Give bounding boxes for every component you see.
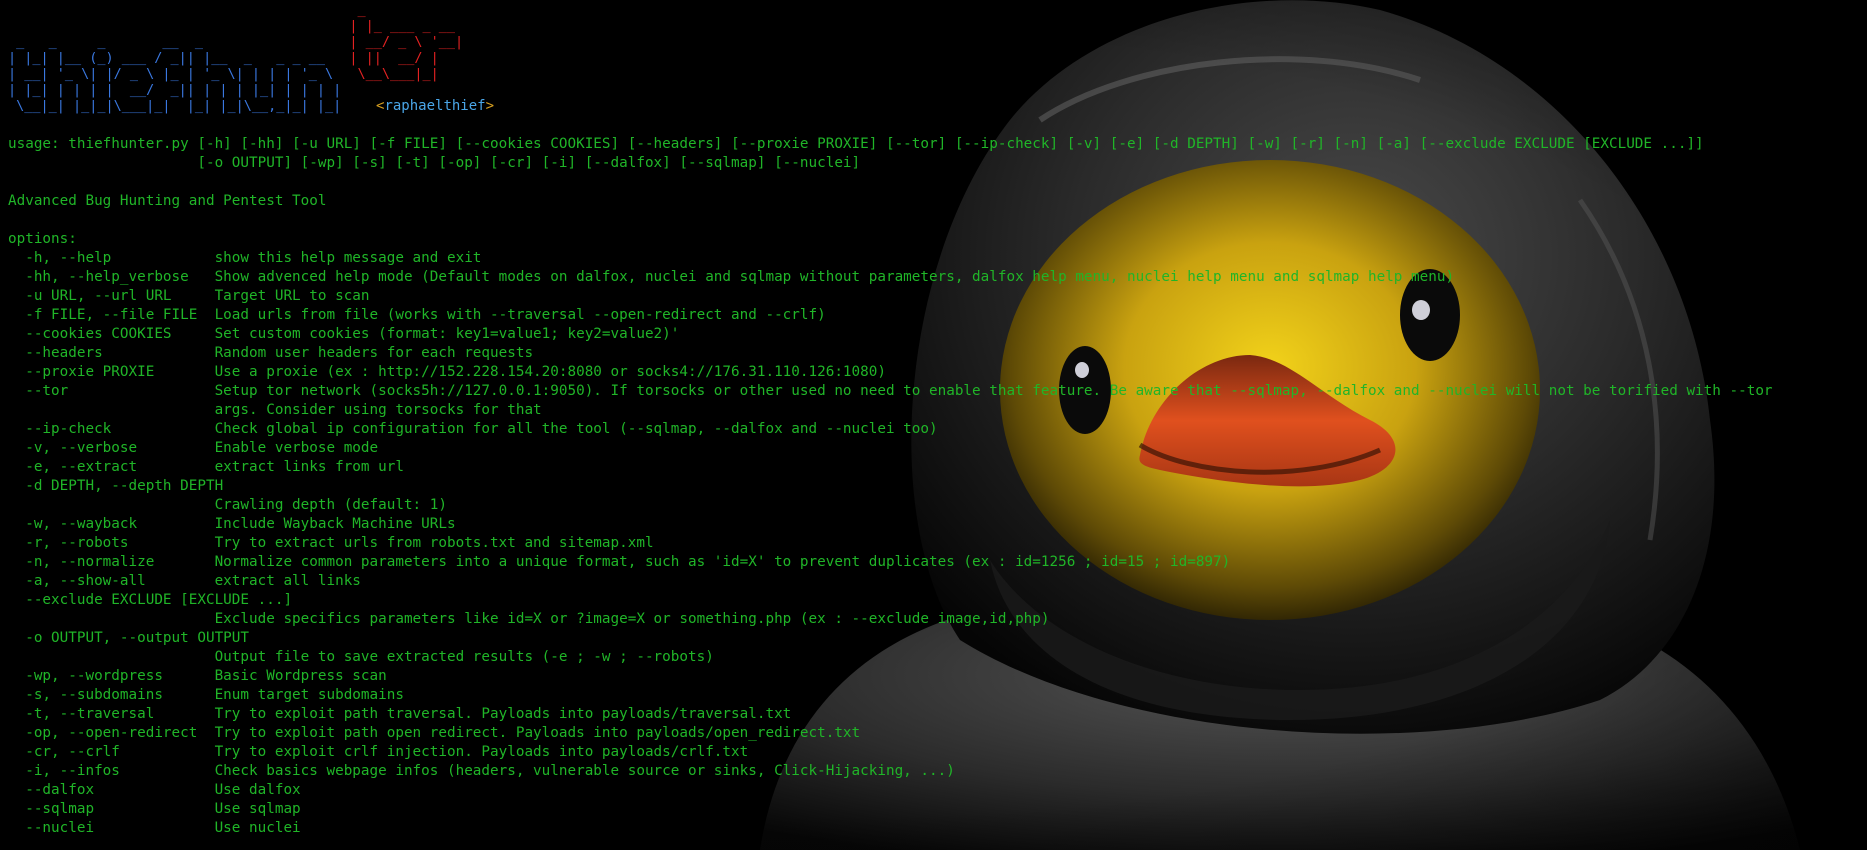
option-robots: -r, --robots Try to extract urls from ro…: [8, 535, 654, 551]
option-exclude: --exclude EXCLUDE [EXCLUDE ...]: [8, 592, 293, 608]
option-exclude-description: Exclude specifics parameters like id=X o…: [8, 611, 1050, 627]
option-wordpress: -wp, --wordpress Basic Wordpress scan: [8, 668, 387, 684]
option-tor-continued: args. Consider using torsocks for that: [8, 402, 542, 418]
help-output: usage: thiefhunter.py [-h] [-hh] [-u URL…: [8, 135, 1773, 838]
option-tor: --tor Setup tor network (socks5h://127.0…: [8, 383, 1773, 399]
options-header: options:: [8, 231, 77, 247]
option-url: -u URL, --url URL Target URL to scan: [8, 288, 370, 304]
option-sqlmap: --sqlmap Use sqlmap: [8, 801, 301, 817]
option-proxie: --proxie PROXIE Use a proxie (ex : http:…: [8, 364, 886, 380]
option-file: -f FILE, --file FILE Load urls from file…: [8, 307, 826, 323]
option-wayback: -w, --wayback Include Wayback Machine UR…: [8, 516, 456, 532]
option-output: -o OUTPUT, --output OUTPUT: [8, 630, 250, 646]
option-infos: -i, --infos Check basics webpage infos (…: [8, 763, 955, 779]
author-name: raphaelthief: [384, 98, 486, 114]
option-subdomains: -s, --subdomains Enum target subdomains: [8, 687, 404, 703]
option-crlf: -cr, --crlf Try to exploit crlf injectio…: [8, 744, 749, 760]
option-traversal: -t, --traversal Try to exploit path trav…: [8, 706, 792, 722]
option-output-description: Output file to save extracted results (-…: [8, 649, 714, 665]
option-normalize: -n, --normalize Normalize common paramet…: [8, 554, 1231, 570]
usage-line: usage: thiefhunter.py [-h] [-hh] [-u URL…: [8, 136, 1704, 152]
option-depth: -d DEPTH, --depth DEPTH: [8, 478, 224, 494]
usage-line: [-o OUTPUT] [-wp] [-s] [-t] [-op] [-cr] …: [8, 155, 861, 171]
option-show-all: -a, --show-all extract all links: [8, 573, 361, 589]
option-cookies: --cookies COOKIES Set custom cookies (fo…: [8, 326, 680, 342]
option-ip-check: --ip-check Check global ip configuration…: [8, 421, 938, 437]
ascii-logo-ter: _ | |_ ___ _ __ | __/ _ \ '__| | || __/ …: [349, 2, 464, 82]
tool-description: Advanced Bug Hunting and Pentest Tool: [8, 193, 327, 209]
option-help: -h, --help show this help message and ex…: [8, 250, 482, 266]
option-nuclei: --nuclei Use nuclei: [8, 820, 301, 836]
terminal-window[interactable]: _ _ _ __ _ | |_| |__ (_) ___ / _|| |__ _…: [0, 0, 1867, 850]
option-help-verbose: -hh, --help_verbose Show advenced help m…: [8, 269, 1455, 285]
author-tag: <raphaelthief>: [376, 97, 494, 116]
option-extract: -e, --extract extract links from url: [8, 459, 404, 475]
option-dalfox: --dalfox Use dalfox: [8, 782, 301, 798]
author-bracket-close: >: [485, 98, 495, 114]
option-verbose: -v, --verbose Enable verbose mode: [8, 440, 379, 456]
option-depth-description: Crawling depth (default: 1): [8, 497, 447, 513]
option-headers: --headers Random user headers for each r…: [8, 345, 534, 361]
option-open-redirect: -op, --open-redirect Try to exploit path…: [8, 725, 861, 741]
